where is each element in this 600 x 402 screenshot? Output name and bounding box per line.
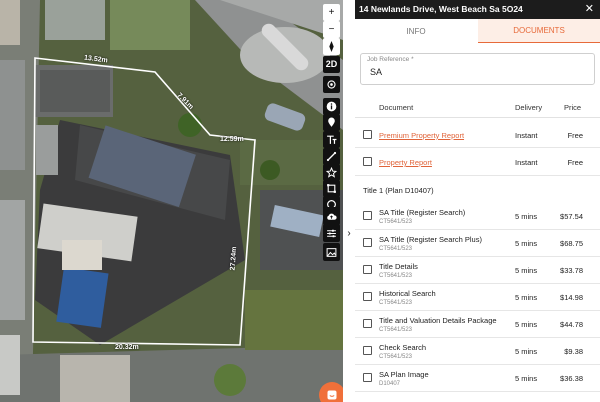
document-link[interactable]: Property Report [379,158,432,167]
document-name: Title Details [379,262,418,271]
document-checkbox[interactable] [363,292,372,301]
collapse-panel-button[interactable]: › [343,224,355,242]
document-name: SA Title (Register Search Plus) [379,235,482,244]
document-price: $44.78 [560,320,583,329]
document-delivery: 5 mins [515,212,538,221]
document-price: $57.54 [560,212,583,221]
zoom-in-icon[interactable]: + [323,4,340,21]
document-delivery: 5 mins [515,347,538,356]
document-reference: CT5641/523 [379,354,413,360]
job-reference-value: SA [370,67,383,77]
text-tool-icon[interactable] [323,131,340,148]
document-row[interactable]: Title and Valuation Details Package CT56… [355,311,600,338]
column-price: Price [564,103,582,112]
document-name: Check Search [379,343,427,352]
cloud-upload-icon[interactable] [323,207,340,225]
document-name: SA Plan Image [379,370,429,379]
document-checkbox[interactable] [363,265,372,274]
2d-toggle-button[interactable]: 2D [323,56,340,73]
chat-icon [327,390,337,400]
image-icon[interactable] [323,243,340,261]
document-reference: CT5641/523 [379,273,413,279]
pin-icon[interactable] [323,114,340,131]
chat-button[interactable] [319,382,343,402]
document-delivery: 5 mins [515,374,538,383]
star-icon[interactable] [323,164,340,181]
document-delivery: 5 mins [515,266,538,275]
document-price: $33.78 [560,266,583,275]
zoom-out-icon[interactable]: − [323,21,340,38]
compass-icon[interactable] [323,38,340,55]
measure-icon[interactable] [323,148,340,165]
parcel-dimension-label: 12.59m [220,136,244,143]
close-icon[interactable]: ✕ [585,2,594,15]
document-reference: CT5641/523 [379,300,413,306]
document-price: Free [567,131,583,140]
document-price: $68.75 [560,239,583,248]
job-reference-label: Job Reference * [367,56,414,63]
document-delivery: 5 mins [515,293,538,302]
document-row[interactable]: SA Title (Register Search Plus) CT5641/5… [355,230,600,257]
document-name: SA Title (Register Search) [379,208,466,217]
document-link[interactable]: Premium Property Report [379,131,464,140]
document-checkbox[interactable] [363,211,372,220]
document-reference: D10407 [379,381,401,387]
document-row[interactable]: Title Details CT5641/523 5 mins $33.78 [355,257,600,284]
column-delivery: Delivery [515,103,543,112]
document-row[interactable]: Historical Search CT5641/523 5 mins $14.… [355,284,600,311]
job-reference-field[interactable]: Job Reference * SA [360,53,595,85]
document-row[interactable]: SA Plan Image D10407 5 mins $36.38 [355,365,600,392]
panel-tabs: INFO DOCUMENTS [355,19,600,43]
aerial-imagery [0,0,343,402]
document-row[interactable]: SA Title (Register Search) CT5641/523 5 … [355,203,600,230]
title-section-row: Title 1 (Plan D10407) [355,176,600,204]
document-row[interactable]: Check Search CT5641/523 5 mins $9.38 [355,338,600,365]
document-name: Title and Valuation Details Package [379,316,497,325]
app-root: 13.52m 7.91m 12.59m 27.24m 20.32m + − 2D [0,0,600,402]
document-checkbox[interactable] [363,130,372,139]
document-price: $14.98 [560,293,583,302]
column-document: Document [379,103,414,112]
documents-table-header: Document Delivery Price [355,96,600,118]
locate-icon[interactable] [323,76,340,93]
document-name: Historical Search [379,289,436,298]
document-checkbox[interactable] [363,238,372,247]
document-checkbox[interactable] [363,157,372,166]
tab-info[interactable]: INFO [355,19,477,43]
document-reference: CT5641/523 [379,219,413,225]
document-checkbox[interactable] [363,346,372,355]
info-icon[interactable] [323,98,340,115]
document-delivery: Instant [515,158,538,167]
document-delivery: Instant [515,131,538,140]
title-section-heading: Title 1 (Plan D10407) [363,186,434,195]
document-row[interactable]: Premium Property Report Instant Free [355,122,600,148]
document-price: $36.38 [560,374,583,383]
document-checkbox[interactable] [363,319,372,328]
document-price: $9.38 [564,347,583,356]
document-delivery: 5 mins [515,239,538,248]
document-reference: CT5641/523 [379,327,413,333]
map-view[interactable]: 13.52m 7.91m 12.59m 27.24m 20.32m + − 2D [0,0,343,402]
document-reference: CT5641/523 [379,246,413,252]
chevron-right-icon: › [347,227,351,239]
document-delivery: 5 mins [515,320,538,329]
parcel-dimension-label: 20.32m [115,344,139,351]
sliders-icon[interactable] [323,224,340,242]
property-panel: 14 Newlands Drive, West Beach Sa 5O24 ✕ … [355,0,600,402]
panel-header: 14 Newlands Drive, West Beach Sa 5O24 ✕ [355,0,600,19]
document-checkbox[interactable] [363,373,372,382]
square-icon[interactable] [323,180,340,197]
tab-documents[interactable]: DOCUMENTS [478,19,600,43]
document-row[interactable]: Property Report Instant Free [355,148,600,176]
document-price: Free [567,158,583,167]
property-address: 14 Newlands Drive, West Beach Sa 5O24 [359,4,523,14]
